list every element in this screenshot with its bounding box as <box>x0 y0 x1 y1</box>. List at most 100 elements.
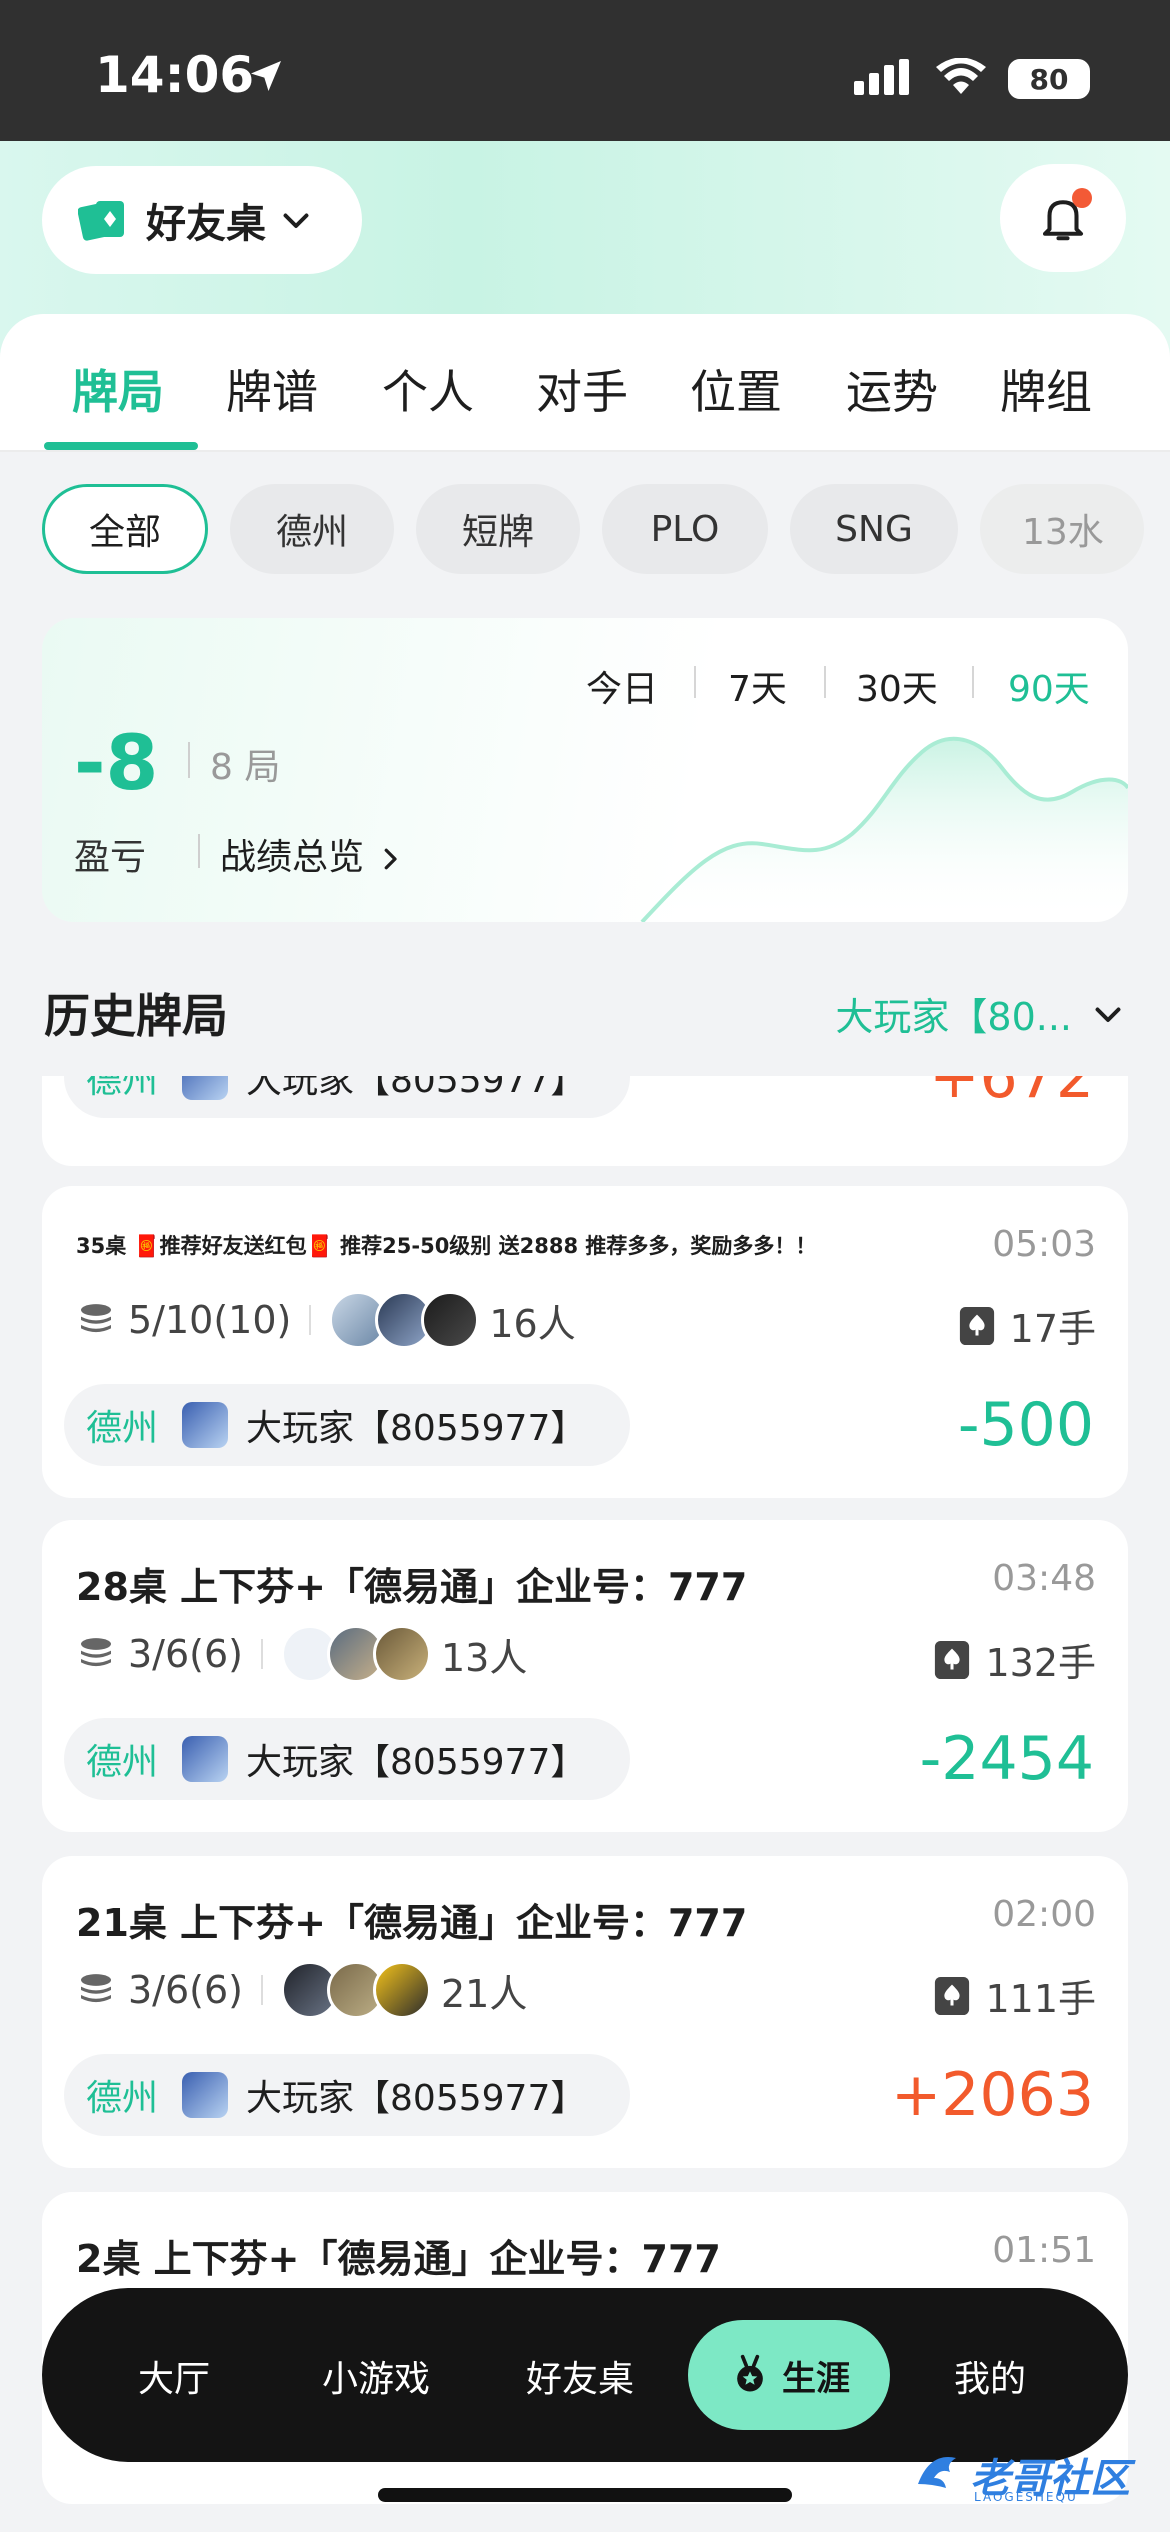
filter-chip-short-deck[interactable]: 短牌 <box>416 484 580 574</box>
game-result: -500 <box>957 1390 1094 1460</box>
tab-bar: 牌局 牌谱 个人 对手 位置 运势 牌组 <box>0 314 1170 452</box>
overview-label: 战绩总览 <box>220 837 365 878</box>
club-avatar <box>182 1736 229 1782</box>
game-type: 德州 <box>86 2078 159 2119</box>
player-count: 13人 <box>440 1635 528 1680</box>
summary-card[interactable]: 今日 7天 30天 90天 -8 8 局 盈亏 战绩总览 <box>42 618 1128 922</box>
period-90-days[interactable]: 90天 <box>1008 660 1090 712</box>
period-7-days[interactable]: 7天 <box>728 660 787 712</box>
tab-decks[interactable]: 牌组 <box>1000 356 1092 422</box>
game-type: 德州 <box>86 1076 159 1101</box>
game-result: +672 <box>929 1076 1094 1112</box>
nav-me[interactable]: 我的 <box>954 2350 1026 2402</box>
chevron-down-icon <box>283 213 309 228</box>
tab-personal[interactable]: 个人 <box>382 356 474 422</box>
avatar <box>421 1291 480 1349</box>
filter-chip-sng[interactable]: SNG <box>790 484 958 574</box>
game-result: +2063 <box>891 2060 1094 2130</box>
player-avatars <box>329 1291 480 1349</box>
notification-button[interactable] <box>1000 164 1126 272</box>
pnl-value: -8 <box>74 718 159 807</box>
game-type: 德州 <box>86 1742 159 1783</box>
filter-chip-all[interactable]: 全部 <box>42 484 208 574</box>
nav-mini-games[interactable]: 小游戏 <box>322 2350 430 2402</box>
club-label: 好友桌 <box>146 201 266 247</box>
info-divider <box>260 1975 263 2005</box>
game-info-row: 5/10(10) 16人 <box>76 1288 576 1352</box>
wifi-icon <box>936 57 986 100</box>
hands-count: 111手 <box>933 1968 1096 2023</box>
nav-lobby[interactable]: 大厅 <box>138 2350 210 2402</box>
player-name: 大玩家【8055977】 <box>246 1742 587 1783</box>
game-player-pill: 德州 大玩家【8055977】 <box>64 1384 630 1466</box>
blinds: 3/6(6) <box>128 1632 243 1676</box>
game-player-pill: 德州 大玩家【8055977】 <box>64 2054 630 2136</box>
chevron-right-icon <box>385 848 398 870</box>
info-divider <box>309 1305 312 1335</box>
game-time: 01:51 <box>992 2230 1096 2271</box>
game-card[interactable]: 德州 大玩家【8055977】 +672 <box>42 1076 1128 1166</box>
period-divider <box>972 666 974 698</box>
nav-career[interactable]: 生涯 <box>688 2320 890 2430</box>
card-icon <box>959 1306 994 1345</box>
filter-chip-plo[interactable]: PLO <box>602 484 768 574</box>
game-player-pill: 德州 大玩家【8055977】 <box>64 1718 630 1800</box>
player-avatars <box>280 1961 431 2019</box>
game-type-filters: 全部 德州 短牌 PLO SNG 13水 <box>0 484 1170 576</box>
period-divider <box>694 666 696 698</box>
game-player-pill: 德州 大玩家【8055977】 <box>64 1076 630 1118</box>
watermark-subtext: LAOGESHEQU <box>974 2490 1078 2504</box>
tab-hand-history[interactable]: 牌谱 <box>226 356 318 422</box>
game-card[interactable]: 28桌 上下芬+「德易通」企业号：777 03:48 3/6(6) 13人 13… <box>42 1520 1128 1832</box>
hands-label: 111手 <box>985 1977 1096 2021</box>
filter-chip-holdem[interactable]: 德州 <box>230 484 394 574</box>
game-time: 05:03 <box>992 1224 1096 1265</box>
game-card[interactable]: 35桌 🧧推荐好友送红包🧧 推荐25-50级别 送2888 推荐多多，奖励多多！… <box>42 1186 1128 1498</box>
status-icons: 80 <box>854 57 1090 100</box>
game-title: 21桌 上下芬+「德易通」企业号：777 <box>76 1901 748 1945</box>
player-name: 大玩家【8055977】 <box>246 2078 587 2119</box>
game-card[interactable]: 21桌 上下芬+「德易通」企业号：777 02:00 3/6(6) 21人 11… <box>42 1856 1128 2168</box>
filter-chip-13-cards[interactable]: 13水 <box>980 484 1144 574</box>
chips-stack-icon <box>81 1638 111 1667</box>
watermark-logo: 老哥社区 LAOGESHEQU <box>910 2440 1150 2510</box>
signal-icon <box>854 59 914 99</box>
game-time: 02:00 <box>992 1894 1096 1935</box>
pnl-divider <box>188 742 190 778</box>
active-tab-indicator <box>44 442 198 450</box>
club-avatar <box>182 1402 229 1448</box>
period-30-days[interactable]: 30天 <box>856 660 938 712</box>
period-divider <box>824 666 826 698</box>
tab-games[interactable]: 牌局 <box>72 356 164 422</box>
hands-count: 17手 <box>958 1298 1096 1353</box>
blinds: 5/10(10) <box>128 1298 292 1342</box>
tab-luck[interactable]: 运势 <box>846 356 938 422</box>
hands-label: 132手 <box>985 1641 1096 1685</box>
player-name: 大玩家【8055977】 <box>246 1076 587 1101</box>
cards-icon <box>78 201 124 241</box>
player-filter-dropdown[interactable]: 大玩家【80... <box>835 986 1126 1041</box>
tab-opponents[interactable]: 对手 <box>536 356 628 422</box>
nav-friend-table[interactable]: 好友桌 <box>526 2350 634 2402</box>
club-selector[interactable]: 好友桌 <box>42 166 362 274</box>
hands-label: 17手 <box>1009 1307 1096 1351</box>
overview-link[interactable]: 战绩总览 <box>220 828 405 880</box>
avatar <box>372 1625 431 1683</box>
period-today[interactable]: 今日 <box>586 660 658 712</box>
main-panel: 牌局 牌谱 个人 对手 位置 运势 牌组 全部 德州 短牌 PLO SNG 13… <box>0 314 1170 2532</box>
pnl-trend-chart <box>640 736 1128 922</box>
history-title: 历史牌局 <box>44 989 228 1043</box>
player-name: 大玩家【8055977】 <box>246 1408 587 1449</box>
home-indicator <box>378 2488 792 2502</box>
rounds-count: 8 局 <box>210 747 281 788</box>
game-info-row: 3/6(6) 13人 <box>76 1622 527 1686</box>
player-avatars <box>280 1625 431 1683</box>
status-time: 14:06 <box>95 46 255 104</box>
label-divider <box>198 834 200 868</box>
tab-position[interactable]: 位置 <box>690 356 782 422</box>
bottom-nav: 大厅 小游戏 好友桌 生涯 我的 <box>42 2288 1128 2462</box>
chevron-down-icon <box>1095 1007 1121 1022</box>
club-avatar <box>182 2072 229 2118</box>
nav-career-label: 生涯 <box>782 2358 850 2399</box>
game-result: -2454 <box>919 1724 1094 1794</box>
